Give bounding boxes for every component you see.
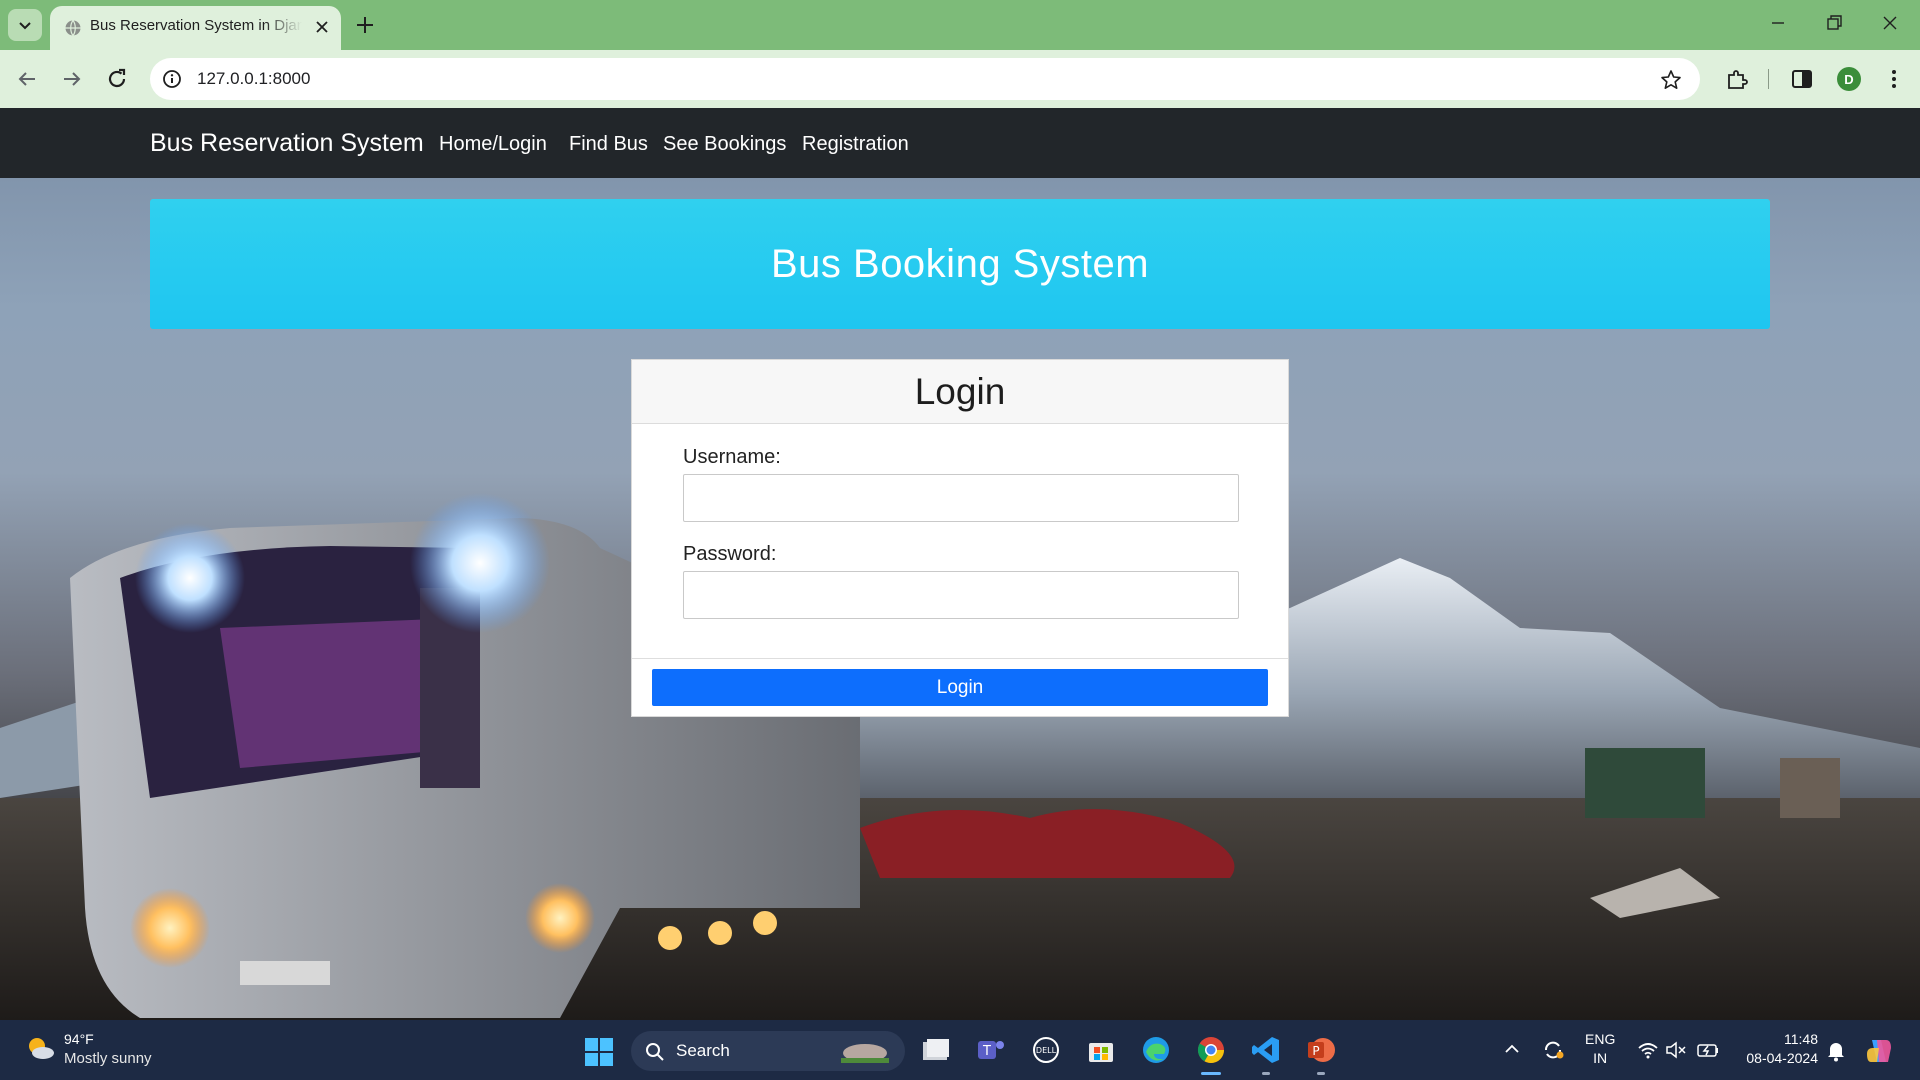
nav-link-registration[interactable]: Registration <box>802 133 909 156</box>
tab-search-button[interactable] <box>8 9 42 41</box>
copilot-icon[interactable] <box>1864 1036 1894 1066</box>
site-navbar: Bus Reservation System Home/Login Find B… <box>0 108 1920 178</box>
svg-text:P: P <box>1312 1044 1319 1058</box>
username-input[interactable] <box>683 474 1239 522</box>
file-explorer-icon[interactable] <box>920 1034 952 1066</box>
forward-arrow-icon[interactable] <box>60 67 84 91</box>
restore-icon[interactable] <box>1824 13 1844 33</box>
jumbotron-banner: Bus Booking System <box>150 199 1770 329</box>
username-label: Username: <box>683 446 781 468</box>
windows-start-icon[interactable] <box>584 1037 614 1067</box>
login-button[interactable]: Login <box>652 669 1268 706</box>
sync-icon[interactable] <box>1541 1038 1565 1062</box>
back-arrow-icon[interactable] <box>15 67 39 91</box>
login-heading: Login <box>914 370 1006 412</box>
edge-icon[interactable] <box>1140 1034 1172 1066</box>
nav-link-home-login[interactable]: Home/Login <box>439 133 547 156</box>
url-text[interactable]: 127.0.0.1:8000 <box>197 69 310 89</box>
language-region: IN <box>1593 1050 1608 1066</box>
plus-icon[interactable] <box>352 12 378 38</box>
active-tab[interactable]: Bus Reservation System in Django <box>50 6 341 50</box>
weather-condition: Mostly sunny <box>64 1050 152 1067</box>
dell-icon[interactable]: DELL <box>1030 1034 1062 1066</box>
notification-bell-icon[interactable] <box>1826 1040 1846 1062</box>
profile-avatar[interactable]: D <box>1837 67 1861 91</box>
wifi-icon[interactable] <box>1637 1040 1659 1060</box>
clock-time: 11:48 <box>1784 1031 1818 1047</box>
extensions-icon[interactable] <box>1725 67 1749 91</box>
search-highlight-illustration <box>841 1044 889 1063</box>
star-icon[interactable] <box>1660 69 1682 91</box>
more-vert-icon[interactable] <box>1882 67 1906 91</box>
search-icon <box>646 1043 664 1061</box>
nav-link-see-bookings[interactable]: See Bookings <box>663 133 786 156</box>
vscode-icon[interactable] <box>1250 1034 1282 1066</box>
chrome-active-indicator <box>1201 1072 1221 1075</box>
tab-title: Bus Reservation System in Django <box>90 17 302 34</box>
globe-icon <box>65 20 81 36</box>
browser-toolbar: 127.0.0.1:8000 D <box>0 50 1920 108</box>
login-card: Login Username: Password: Login <box>631 359 1289 717</box>
chrome-icon[interactable] <box>1195 1034 1227 1066</box>
volume-muted-icon[interactable] <box>1665 1040 1687 1060</box>
page-viewport: Bus Reservation System Home/Login Find B… <box>0 108 1920 1020</box>
site-info-icon[interactable] <box>162 69 182 89</box>
weather-icon <box>29 1038 54 1059</box>
minimize-icon[interactable] <box>1768 13 1788 33</box>
powerpoint-running-indicator <box>1317 1072 1325 1075</box>
toolbar-separator <box>1768 69 1769 89</box>
store-icon[interactable] <box>1085 1034 1117 1066</box>
taskbar-search-label: Search <box>676 1041 730 1060</box>
battery-icon[interactable] <box>1696 1040 1720 1060</box>
chevron-down-icon <box>19 22 31 30</box>
nav-link-find-bus[interactable]: Find Bus <box>569 133 648 156</box>
weather-temperature: 94°F <box>64 1031 94 1047</box>
login-card-header: Login <box>632 360 1288 424</box>
svg-text:T: T <box>982 1044 991 1059</box>
password-label: Password: <box>683 543 777 565</box>
powerpoint-icon[interactable]: P <box>1305 1034 1337 1066</box>
browser-tab-strip: Bus Reservation System in Django <box>0 0 1920 50</box>
system-clock[interactable]: 11:48 08-04-2024 <box>1738 1030 1818 1068</box>
taskbar-search-box[interactable]: Search <box>631 1031 905 1071</box>
side-panel-icon[interactable] <box>1790 67 1814 91</box>
address-bar[interactable]: 127.0.0.1:8000 <box>150 58 1700 100</box>
teams-icon[interactable]: T <box>975 1034 1007 1066</box>
reload-icon[interactable] <box>105 67 129 91</box>
password-input[interactable] <box>683 571 1239 619</box>
jumbotron-title: Bus Booking System <box>770 241 1150 286</box>
weather-widget[interactable]: 94°F Mostly sunny <box>24 1031 152 1069</box>
close-icon[interactable] <box>315 20 329 34</box>
svg-text:DELL: DELL <box>1036 1046 1057 1055</box>
card-footer-divider <box>632 658 1288 659</box>
vscode-running-indicator <box>1262 1072 1270 1075</box>
language-code: ENG <box>1585 1031 1616 1047</box>
navbar-brand[interactable]: Bus Reservation System <box>150 129 424 158</box>
close-window-icon[interactable] <box>1880 13 1900 33</box>
clock-date: 08-04-2024 <box>1746 1050 1818 1066</box>
chevron-up-icon[interactable] <box>1503 1040 1521 1058</box>
windows-taskbar: 94°F Mostly sunny Search T DELL P ENG IN… <box>0 1020 1920 1080</box>
input-language-indicator[interactable]: ENG IN <box>1585 1030 1615 1068</box>
